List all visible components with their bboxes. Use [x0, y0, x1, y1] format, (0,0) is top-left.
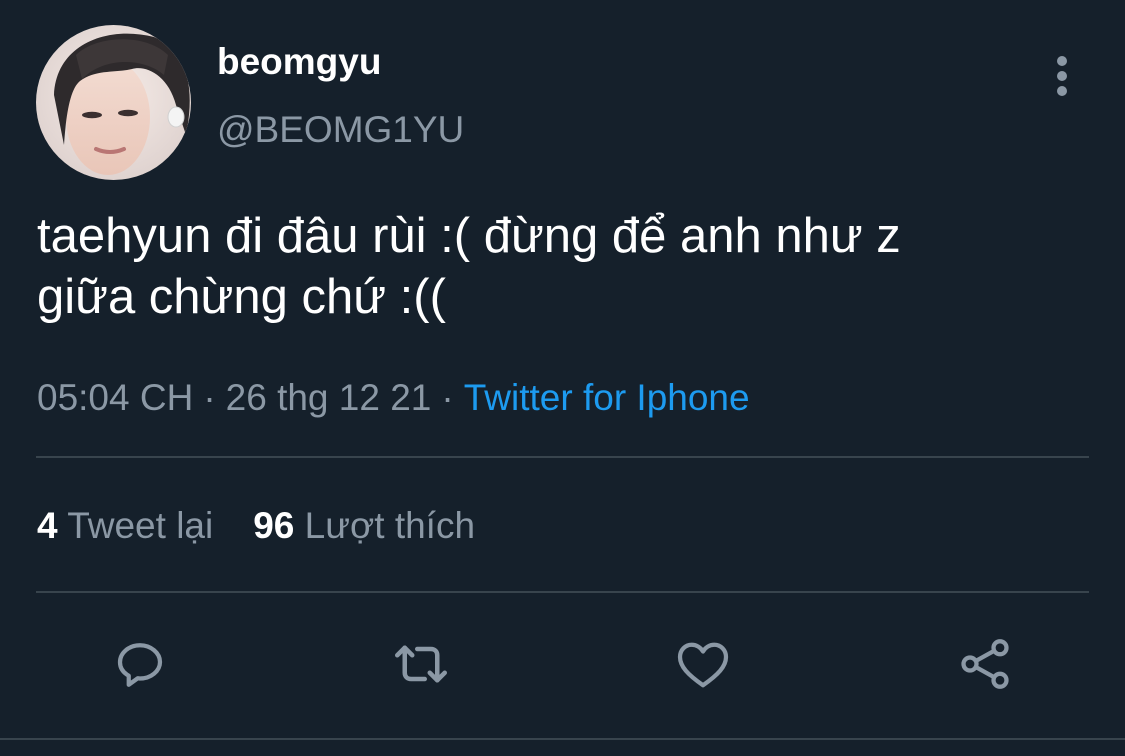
more-dot-icon [1057, 86, 1067, 96]
reply-button[interactable] [108, 632, 172, 696]
divider [0, 738, 1125, 740]
share-icon [961, 639, 1009, 689]
likes-count: 96 [253, 505, 295, 546]
retweet-button[interactable] [389, 632, 453, 696]
tweet-source-link[interactable]: Twitter for Iphone [464, 377, 750, 418]
retweets-label: Tweet lại [67, 505, 214, 546]
tweet-meta: 05:04 CH · 26 thg 12 21 · Twitter for Iphone [37, 374, 750, 422]
more-options-button[interactable] [1042, 52, 1082, 100]
like-icon [677, 642, 729, 688]
likes-label: Lượt thích [304, 505, 476, 546]
retweets-stat[interactable]: 4 Tweet lại [37, 505, 213, 546]
retweet-icon [395, 645, 447, 683]
share-button[interactable] [953, 632, 1017, 696]
user-handle[interactable]: @BEOMG1YU [217, 106, 464, 154]
meta-separator: · [203, 377, 216, 418]
more-dot-icon [1057, 71, 1067, 81]
like-button[interactable] [671, 632, 735, 696]
tweet-text-line: giữa chừng chứ :(( [37, 270, 446, 324]
meta-separator: · [441, 377, 454, 418]
likes-stat[interactable]: 96 Lượt thích [253, 505, 475, 546]
tweet-stats: 4 Tweet lại 96 Lượt thích [37, 502, 475, 550]
profile-photo-icon [36, 25, 191, 180]
divider [36, 456, 1089, 458]
tweet-time: 05:04 CH [37, 377, 194, 418]
retweets-count: 4 [37, 505, 58, 546]
tweet-date: 26 thg 12 21 [225, 377, 432, 418]
display-name[interactable]: beomgyu [217, 38, 381, 86]
tweet-text-line: taehyun đi đâu rùi :( đừng để anh như z [37, 209, 901, 263]
tweet-text: taehyun đi đâu rùi :( đừng để anh như z … [37, 206, 1097, 328]
avatar[interactable] [36, 25, 191, 180]
more-dot-icon [1057, 56, 1067, 66]
divider [36, 591, 1089, 593]
reply-icon [117, 643, 163, 687]
